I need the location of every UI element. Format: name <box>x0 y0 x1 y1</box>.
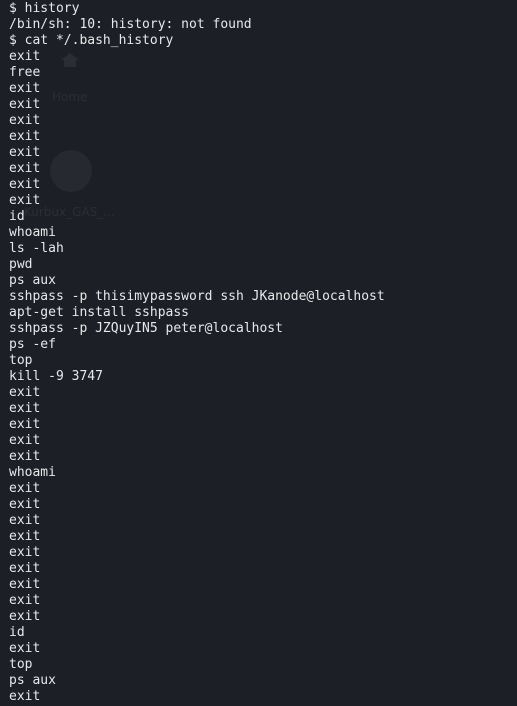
terminal-line: whoami <box>9 225 56 240</box>
terminal-line: exit <box>9 641 41 656</box>
terminal-line: exit <box>9 481 41 496</box>
terminal-line: sshpass -p JZQuyIN5 peter@localhost <box>9 321 283 336</box>
terminal-line: ps -ef <box>9 337 56 352</box>
terminal-line: $ cat */.bash_history <box>9 33 174 48</box>
terminal-line: exit <box>9 417 41 432</box>
terminal-line: exit <box>9 113 41 128</box>
terminal-line: exit <box>9 129 41 144</box>
terminal-line: top <box>9 657 33 672</box>
terminal-line: $ history <box>9 1 80 16</box>
terminal-line: exit <box>9 97 41 112</box>
terminal-line: exit <box>9 385 41 400</box>
terminal-line: pwd <box>9 257 33 272</box>
terminal-line: exit <box>9 513 41 528</box>
terminal-line: exit <box>9 529 41 544</box>
terminal-line: id <box>9 625 25 640</box>
terminal-line: exit <box>9 689 41 704</box>
terminal-line: exit <box>9 497 41 512</box>
terminal-line: exit <box>9 609 41 624</box>
terminal-line: whoami <box>9 465 56 480</box>
terminal-line: exit <box>9 177 41 192</box>
terminal-line: sshpass -p thisimypassword ssh JKanode@l… <box>9 289 385 304</box>
terminal-line: exit <box>9 193 41 208</box>
terminal-window[interactable]: Home Kurbux_GAS_... $ history/bin/sh: 10… <box>0 0 517 706</box>
terminal-line: exit <box>9 433 41 448</box>
terminal-line: apt-get install sshpass <box>9 305 190 320</box>
terminal-line: free <box>9 65 41 80</box>
terminal-output[interactable]: $ history/bin/sh: 10: history: not found… <box>9 1 517 705</box>
terminal-line: ps aux <box>9 673 56 688</box>
terminal-line: kill -9 3747 <box>9 369 103 384</box>
terminal-line: exit <box>9 577 41 592</box>
terminal-line: exit <box>9 401 41 416</box>
terminal-line: exit <box>9 145 41 160</box>
terminal-line: exit <box>9 545 41 560</box>
terminal-line: exit <box>9 561 41 576</box>
terminal-line: exit <box>9 81 41 96</box>
terminal-line: ps aux <box>9 273 56 288</box>
terminal-line: exit <box>9 161 41 176</box>
terminal-line: exit <box>9 593 41 608</box>
terminal-line: /bin/sh: 10: history: not found <box>9 17 252 32</box>
terminal-line: exit <box>9 49 41 64</box>
terminal-line: top <box>9 353 33 368</box>
terminal-line: exit <box>9 449 41 464</box>
terminal-line: id <box>9 209 25 224</box>
terminal-line: ls -lah <box>9 241 64 256</box>
